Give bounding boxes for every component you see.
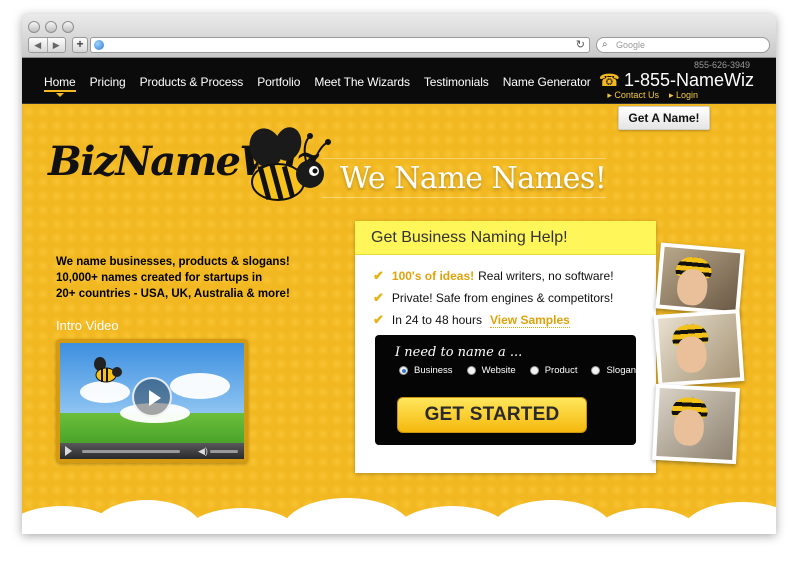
face-shape [675,335,708,374]
contact-us-link[interactable]: ▸ Contact Us [607,90,659,101]
intro-line: 20+ countries - USA, UK, Australia & mor… [56,288,290,300]
feature-highlight: 100's of ideas! [391,269,475,283]
nav-products-process[interactable]: Products & Process [140,75,244,92]
cloud-shape [170,373,230,399]
checkmark-icon: ✔ [373,268,384,283]
minimize-window-button[interactable] [45,21,57,33]
phone-number-digits: 855-626-3949 [693,60,750,70]
option-slogan[interactable]: Slogan [591,365,636,376]
contact-links: ▸ Contact Us ▸ Login [597,90,698,101]
nav-pricing[interactable]: Pricing [90,75,126,92]
wizard-photo [655,242,745,316]
phone-number-text: 1-855-NameWiz [623,70,754,90]
checkmark-icon: ✔ [373,312,384,327]
feature-text: Private! Safe from engines & competitors… [391,291,614,305]
option-business[interactable]: Business [399,365,453,376]
option-label: Business [414,365,453,376]
bottom-clouds [22,494,776,534]
add-bookmark-icon[interactable]: + [72,37,88,53]
option-label: Slogan [606,365,637,376]
video-progress-track[interactable] [82,450,180,453]
feature-list: ✔ 100's of ideas! Real writers, no softw… [373,265,614,331]
feature-item: ✔ Private! Safe from engines & competito… [373,287,614,309]
browser-toolbar: ◀ ▶ + ↻ ⌕ Google [22,14,776,58]
intro-text: We name businesses, products & slogans! … [56,254,306,302]
radio-unselected[interactable] [529,366,539,375]
volume-slider[interactable] [210,450,238,453]
login-link[interactable]: ▸ Login [669,90,698,101]
search-icon: ⌕ [602,39,608,50]
intro-line: 10,000+ names created for startups in [56,272,263,284]
browser-window: ◀ ▶ + ↻ ⌕ Google Home Pricing Products &… [22,14,776,534]
volume-icon[interactable]: ◀) [198,446,208,456]
view-samples-link[interactable]: View Samples [489,313,570,328]
nav-portfolio[interactable]: Portfolio [257,75,300,92]
globe-icon [94,40,104,50]
nav-name-generator[interactable]: Name Generator [503,75,591,92]
checkmark-icon: ✔ [373,290,384,305]
intro-video-player[interactable]: ◀) [56,339,248,463]
bee-mascot-icon [249,127,331,201]
feature-item: ✔ In 24 to 48 hours View Samples [373,309,614,331]
photo-image [659,246,741,312]
option-label: Website [481,365,516,376]
video-bee-icon [94,357,122,383]
nav-testimonials[interactable]: Testimonials [424,75,489,92]
panel-title: Get Business Naming Help! [371,229,568,246]
feature-text: In 24 to 48 hours [391,313,482,327]
main-nav: Home Pricing Products & Process Portfoli… [44,75,605,97]
intro-line: We name businesses, products & slogans! [56,256,290,268]
option-product[interactable]: Product [529,365,578,376]
tagline: We Name Names! [340,161,607,196]
radio-selected[interactable] [399,366,408,375]
forward-icon[interactable]: ▶ [46,38,66,52]
video-screen[interactable] [60,343,244,443]
intro-video-label: Intro Video [56,318,119,333]
get-started-button[interactable]: GET STARTED [397,397,587,433]
feature-text: Real writers, no software! [478,269,614,283]
radio-unselected[interactable] [591,366,601,375]
search-input[interactable]: ⌕ Google [596,37,770,53]
photo-image [657,313,741,383]
zoom-window-button[interactable] [62,21,74,33]
option-website[interactable]: Website [466,365,516,376]
reload-icon[interactable]: ↻ [576,38,585,52]
video-controls: ◀) [60,443,244,459]
face-shape [675,268,709,307]
wizard-photo [652,383,740,465]
back-icon[interactable]: ◀ [29,38,47,52]
phone-icon: ☎ [598,70,620,90]
play-icon[interactable] [132,377,172,417]
wizard-photo [653,309,745,387]
option-label: Product [544,365,578,376]
play-small-icon[interactable] [65,446,72,456]
nav-meet-wizards[interactable]: Meet The Wizards [314,75,410,92]
radio-unselected[interactable] [466,366,476,375]
close-window-button[interactable] [28,21,40,33]
name-type-form: I need to name a ... Business Website Pr… [375,335,636,445]
nav-home[interactable]: Home [44,75,76,97]
name-type-options: Business Website Product Slogan [399,365,650,376]
cloud-shape [682,502,776,534]
search-placeholder: Google [616,40,646,50]
feature-item: ✔ 100's of ideas! Real writers, no softw… [373,265,614,287]
phone-number[interactable]: ☎ 1-855-NameWiz [599,70,754,91]
naming-help-panel: Get Business Naming Help! ✔ 100's of ide… [355,221,656,473]
site-header: Home Pricing Products & Process Portfoli… [22,58,776,104]
form-question: I need to name a ... [395,345,523,360]
panel-header: Get Business Naming Help! [355,221,656,255]
photo-image [656,388,736,460]
get-a-name-button[interactable]: Get A Name! [618,106,710,130]
face-shape [672,408,705,447]
history-buttons: ◀ ▶ [28,37,66,53]
address-bar[interactable]: ↻ [90,37,590,53]
